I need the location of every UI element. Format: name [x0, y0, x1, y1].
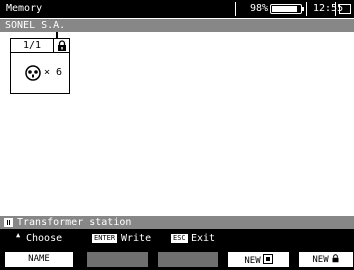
battery-percent: 98%: [250, 3, 269, 14]
title-separator: [335, 2, 336, 16]
function-key-2[interactable]: [86, 251, 149, 268]
up-arrow-icon: ▲: [16, 231, 21, 239]
new-object-label: NEW: [312, 255, 329, 265]
new-cell-label: NEW: [244, 256, 261, 266]
header-text: SONEL S.A.: [5, 20, 66, 31]
header-bar: SONEL S.A.: [0, 19, 354, 32]
title-separator: [235, 2, 236, 16]
new-object-button[interactable]: NEW: [298, 251, 354, 268]
object-icon: [4, 218, 13, 227]
name-button[interactable]: NAME: [4, 251, 74, 268]
hint-choose: Choose: [26, 233, 63, 244]
status-bar: Transformer station: [0, 216, 354, 229]
title-separator: [306, 2, 307, 16]
title-bar: Memory 98% 12:55: [0, 0, 354, 18]
lock-icon: [58, 40, 66, 51]
hint-bar: ▲ Choose ENTER Write ESC Exit: [0, 229, 354, 249]
socket-icon: [25, 65, 41, 81]
measurement-count: × 6: [44, 67, 63, 78]
hint-exit: Exit: [191, 233, 216, 244]
name-button-label: NAME: [28, 254, 50, 264]
memory-card-icon: [339, 4, 351, 14]
hint-write: Write: [121, 233, 152, 244]
memory-cell-page: 1/1: [22, 40, 42, 51]
lock-icon: [332, 254, 339, 263]
function-key-3[interactable]: [157, 251, 219, 268]
esc-key-icon: ESC: [171, 234, 188, 243]
battery-icon: [270, 4, 304, 14]
status-text: Transformer station: [17, 217, 132, 228]
cell-icon: [262, 254, 273, 264]
new-cell-button[interactable]: NEW: [227, 251, 290, 268]
enter-key-icon: ENTER: [92, 234, 118, 243]
memory-cell-header: 1/1: [11, 39, 69, 53]
function-keys: NAME NEW NEW: [0, 249, 354, 270]
memory-cell-divider: [53, 39, 54, 53]
screen-title: Memory: [6, 3, 43, 14]
memory-cell[interactable]: 1/1 × 6: [10, 38, 70, 94]
